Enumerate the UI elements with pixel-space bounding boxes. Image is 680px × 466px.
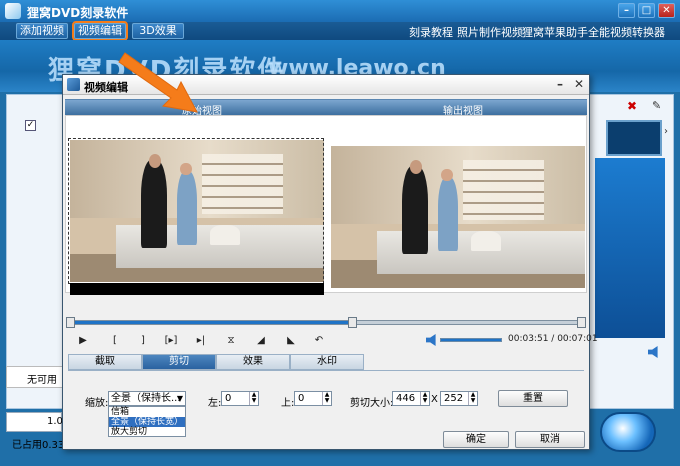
time-display: 00:03:51 / 00:07:01: [508, 334, 598, 344]
close-icon[interactable]: ✕: [658, 3, 675, 18]
time-total: 00:07:01: [557, 334, 598, 344]
checkbox[interactable]: ✓: [25, 120, 36, 131]
zoom-select[interactable]: 全景（保持长... ▼: [108, 391, 186, 406]
tab-divider: [68, 370, 584, 371]
skip-end-icon[interactable]: ▸|: [194, 335, 208, 347]
tab-crop[interactable]: 剪切: [142, 354, 216, 370]
add-video-button[interactable]: 添加视频: [16, 23, 68, 39]
used-space-label: 已占用0.33: [12, 440, 65, 451]
timeline-progress: [69, 321, 352, 324]
minimize-icon[interactable]: –: [618, 3, 635, 18]
crop-size-label: 剪切大小:: [350, 398, 394, 409]
timeline-playhead[interactable]: [347, 317, 357, 328]
dialog-icon: [67, 78, 80, 91]
app-title: 狸窝DVD刻录软件: [27, 6, 129, 20]
menu-link-photo-video[interactable]: 照片制作视频: [457, 24, 523, 40]
unused-indicator: 无可用: [6, 366, 66, 388]
crop-height-input[interactable]: 252 ▲ ▼: [440, 391, 478, 406]
undo-icon[interactable]: ↶: [312, 335, 326, 347]
edit-icon[interactable]: ✎: [652, 100, 664, 112]
delete-icon[interactable]: ✖: [627, 100, 639, 112]
menu-link-tutorial[interactable]: 刻录教程: [409, 24, 453, 40]
effect-3d-button[interactable]: 3D效果: [132, 23, 184, 39]
burn-button[interactable]: [600, 412, 656, 452]
crop-size-separator: X: [431, 394, 438, 405]
edit-tabs: 截取 剪切 效果 水印: [68, 354, 364, 370]
output-video-frame: [331, 146, 585, 288]
mark-end-icon[interactable]: ◣: [284, 335, 298, 347]
time-current: 00:03:51: [508, 334, 549, 344]
mark-in-icon[interactable]: [: [108, 335, 122, 347]
split-icon[interactable]: ⧖: [224, 335, 238, 347]
zoom-select-value: 全景（保持长...: [111, 393, 181, 404]
mark-out-icon[interactable]: ]: [136, 335, 150, 347]
crop-height-value: 252: [444, 393, 464, 404]
chevron-down-icon: ▼: [176, 394, 183, 403]
disc-progress: 1.0: [6, 412, 63, 432]
zoom-option-fullscreen[interactable]: 全景（保持长宽）: [109, 417, 185, 427]
timeline-start-handle[interactable]: [66, 317, 75, 328]
menu-link-apple-assistant[interactable]: 狸窝苹果助手: [522, 24, 588, 40]
zoom-dropdown: 信箱 全景（保持长宽） 放大剪切: [108, 406, 186, 437]
main-title-bar: 狸窝DVD刻录软件 – □ ✕: [0, 0, 680, 22]
zoom-label: 缩放:: [85, 398, 109, 409]
scroll-right-icon[interactable]: ›: [664, 126, 668, 137]
tab-watermark[interactable]: 水印: [290, 354, 364, 370]
edit-video-button[interactable]: 视频编辑: [72, 21, 128, 41]
annotation-arrow-icon: [118, 52, 198, 113]
video-thumbnail[interactable]: [606, 120, 662, 156]
dialog-minimize-icon[interactable]: –: [552, 77, 568, 92]
left-offset-input[interactable]: 0 ▲ ▼: [221, 391, 259, 406]
dialog-close-icon[interactable]: ✕: [571, 77, 587, 92]
timeline-slider[interactable]: [66, 317, 586, 328]
stepper-icon[interactable]: ▲ ▼: [468, 392, 477, 405]
crop-width-value: 446: [396, 393, 416, 404]
letterbox-bar: [70, 283, 324, 295]
unused-label: 无可用: [27, 375, 57, 386]
stepper-icon[interactable]: ▲ ▼: [249, 392, 258, 405]
zoom-option-zoom-crop[interactable]: 放大剪切: [109, 427, 185, 437]
tab-effect[interactable]: 效果: [216, 354, 290, 370]
play-icon[interactable]: ▶: [76, 335, 90, 347]
stepper-icon[interactable]: ▲ ▼: [322, 392, 331, 405]
stepper-icon[interactable]: ▲ ▼: [420, 392, 429, 405]
reset-button[interactable]: 重置: [498, 390, 568, 407]
jump-selection-icon[interactable]: [▸]: [164, 335, 178, 347]
left-label: 左:: [208, 398, 222, 409]
timeline-end-handle[interactable]: [577, 317, 586, 328]
top-label: 上:: [281, 398, 295, 409]
cancel-button[interactable]: 取消: [515, 431, 585, 448]
menu-link-video-converter[interactable]: 全能视频转换器: [588, 24, 665, 40]
app-icon: [5, 3, 21, 19]
tab-trim[interactable]: 截取: [68, 354, 142, 370]
mark-start-icon[interactable]: ◢: [254, 335, 268, 347]
top-offset-value: 0: [298, 393, 305, 404]
preview-panel: [595, 158, 665, 338]
maximize-icon[interactable]: □: [638, 3, 655, 18]
top-offset-input[interactable]: 0 ▲ ▼: [294, 391, 332, 406]
crop-selection-box[interactable]: [68, 138, 324, 284]
left-offset-value: 0: [225, 393, 232, 404]
disc-progress-text: 1.0: [47, 416, 63, 427]
volume-slider[interactable]: [440, 338, 502, 342]
crop-width-input[interactable]: 446 ▲ ▼: [392, 391, 430, 406]
ok-button[interactable]: 确定: [443, 431, 509, 448]
zoom-option-letterbox[interactable]: 信箱: [109, 407, 185, 417]
menu-bar: 添加视频 视频编辑 3D效果 刻录教程 照片制作视频 狸窝苹果助手 全能视频转换…: [0, 21, 680, 41]
